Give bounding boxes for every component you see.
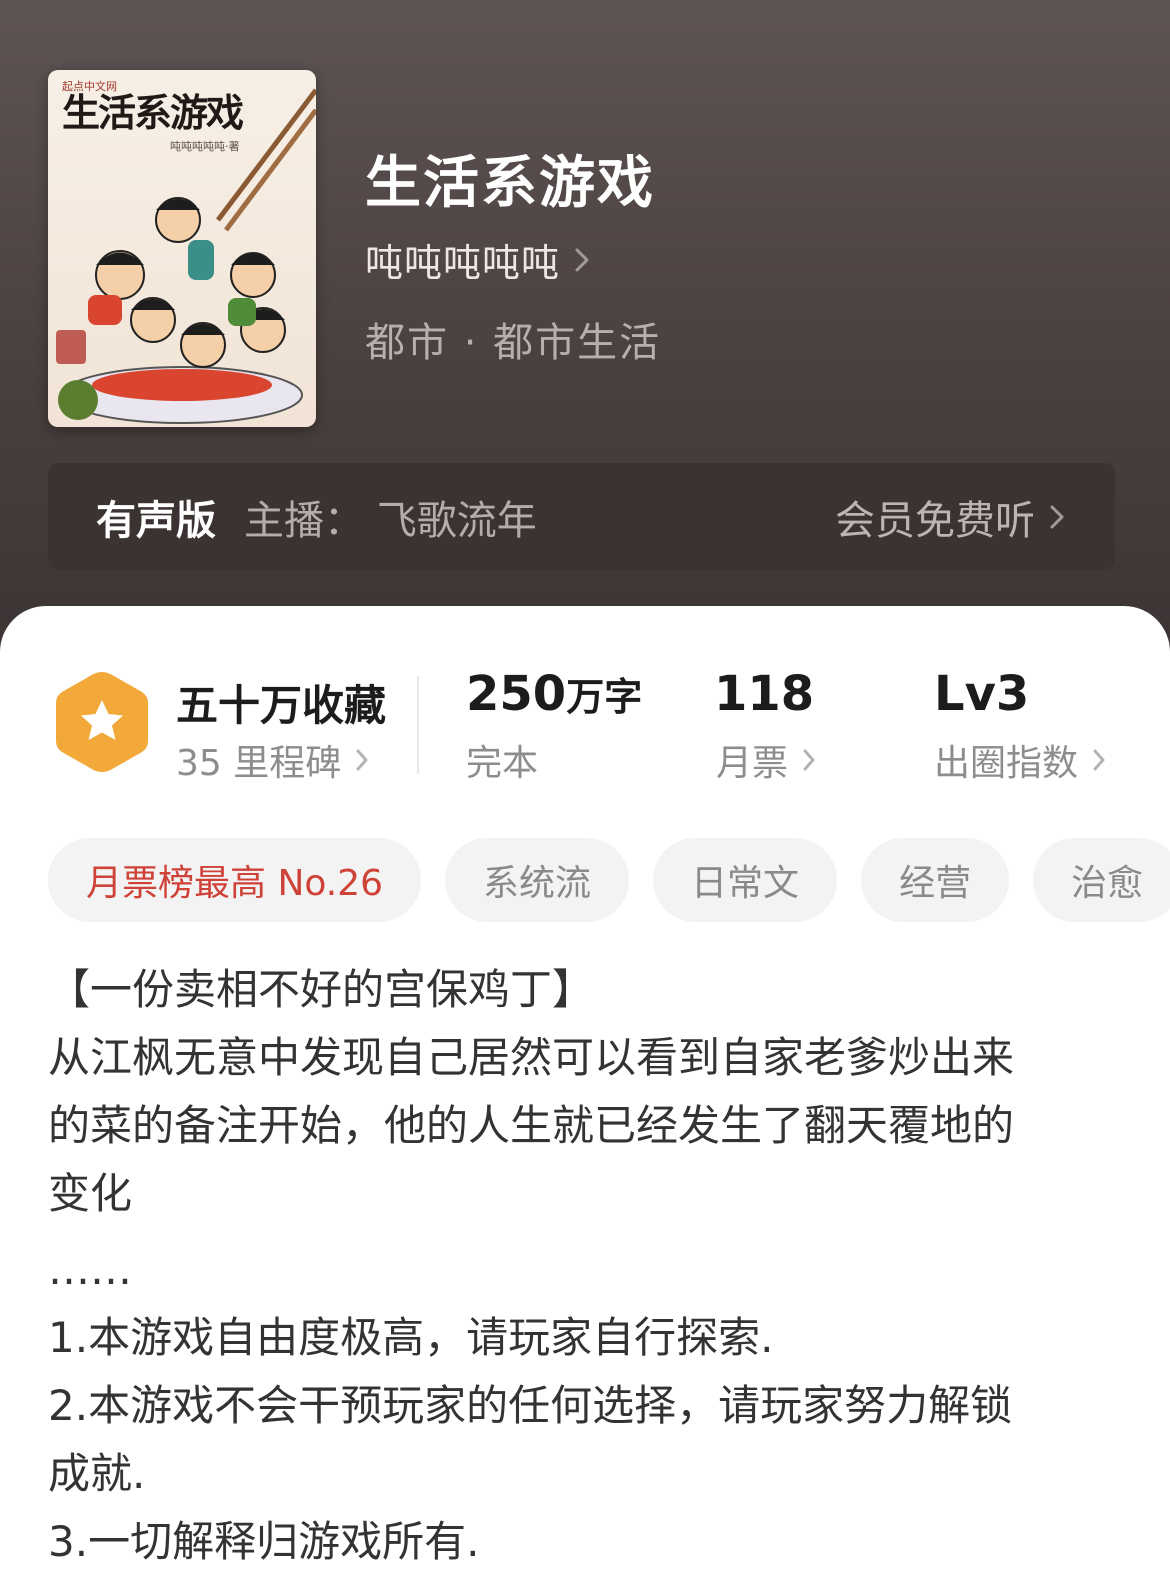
description-rule: 2.本游戏不会干预玩家的任何选择，请玩家努力解锁 [48,1381,1013,1430]
book-title: 生活系游戏 [365,151,655,216]
description-line: 从江枫无意中发现自己居然可以看到自家老爹炒出来 [48,1033,1015,1082]
cover-author: 吨吨吨吨吨·著 [170,140,240,153]
tag-system[interactable]: 系统流 [445,838,630,922]
description-ellipsis: …… [48,1245,132,1294]
monthly-votes-count: 118 [714,666,815,722]
member-free-listen-label: 会员免费听 [835,497,1035,544]
milestones-link[interactable]: 35 里程碑 [176,734,369,786]
chevron-right-icon [575,248,589,271]
author-link[interactable]: 吨吨吨吨吨 [365,232,590,287]
monthly-votes-link[interactable]: 月票 [716,734,816,786]
cover-illustration [56,197,303,424]
completion-status: 完本 [466,743,539,784]
book-header: 起点中文网 生活系游戏 吨吨吨吨吨·著 生活系游戏 吨吨吨吨吨 都市 · 都市生… [0,0,1170,660]
description-rule: 成就. [48,1449,146,1498]
book-category: 都市 · 都市生活 [365,320,662,366]
description-line: 的菜的备注开始，他的人生就已经发生了翻天覆地的 [48,1101,1015,1150]
description-rule: 1.本游戏自由度极高，请玩家自行探索. [48,1313,774,1362]
popularity-level: Lv3 [934,666,1030,722]
monthly-votes-label: 月票 [716,743,789,784]
word-count-unit: 万字 [566,675,643,719]
chevron-right-icon [1050,505,1064,528]
chevron-right-icon [803,749,815,771]
popularity-index-link[interactable]: 出圈指数 [934,734,1106,786]
description-line: 变化 [48,1169,133,1218]
detail-sheet: 五十万收藏 35 里程碑 250万字 完本 118 月票 Lv3 出圈指数 月票… [0,606,1170,1578]
author-name: 吨吨吨吨吨 [365,241,561,285]
word-count: 250万字 [466,666,642,722]
chevron-right-icon [356,749,368,771]
tag-monthly-rank[interactable]: 月票榜最高 No.26 [48,838,422,922]
tag-daily[interactable]: 日常文 [653,838,838,922]
tag-list: 月票榜最高 No.26 系统流 日常文 经营 治愈 [48,838,1170,922]
member-free-listen-button[interactable]: 会员免费听 [835,488,1065,546]
audio-host: 主播： 飞歌流年 [244,497,537,544]
favorites-count: 五十万收藏 [176,681,387,730]
stats-divider [417,676,419,774]
stats-row: 五十万收藏 35 里程碑 250万字 完本 118 月票 Lv3 出圈指数 [0,606,1170,806]
star-badge-icon [56,672,148,772]
word-count-number: 250 [466,666,567,722]
description-rule: 3.一切解释归游戏所有. [48,1517,480,1566]
tag-healing[interactable]: 治愈 [1033,838,1170,922]
book-description[interactable]: 【一份卖相不好的宫保鸡丁】 从江枫无意中发现自己居然可以看到自家老爹炒出来 的菜… [48,956,1128,1576]
audio-label: 有声版 [96,497,216,544]
description-heading: 【一份卖相不好的宫保鸡丁】 [48,965,595,1014]
audio-version-bar[interactable]: 有声版 主播： 飞歌流年 会员免费听 [48,463,1115,570]
cover-title: 生活系游戏 [62,91,244,135]
popularity-index-label: 出圈指数 [934,743,1079,784]
tag-business[interactable]: 经营 [861,838,1010,922]
book-cover[interactable]: 起点中文网 生活系游戏 吨吨吨吨吨·著 [48,70,316,427]
chevron-right-icon [1093,749,1105,771]
milestones-label: 35 里程碑 [176,743,342,784]
